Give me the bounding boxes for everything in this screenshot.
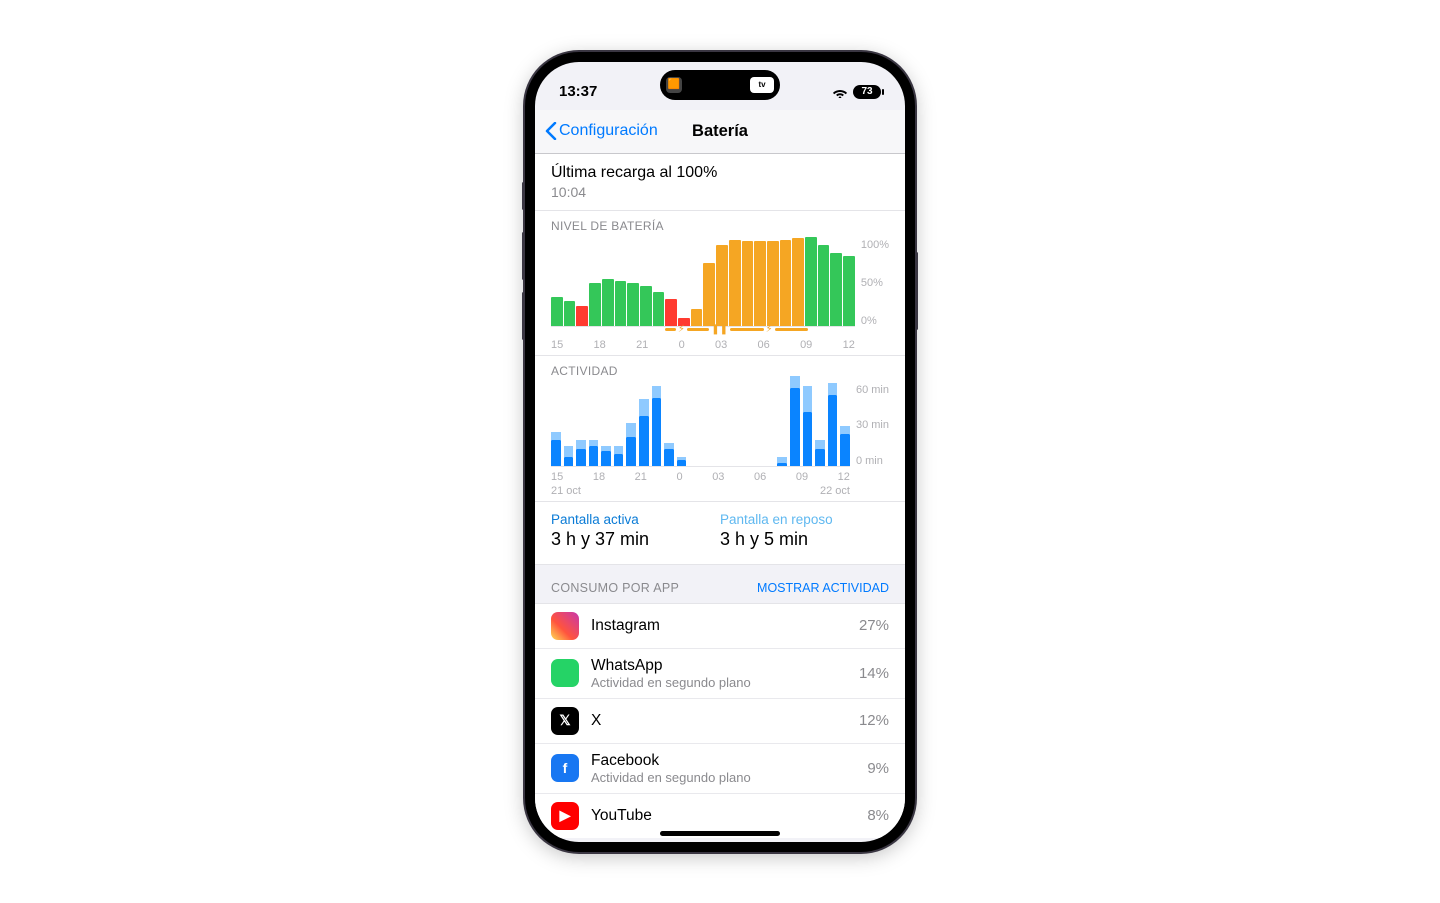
- app-percent: 27%: [859, 617, 889, 634]
- app-icon: 𝕏: [551, 707, 579, 735]
- app-percent: 8%: [867, 807, 889, 824]
- volume-down-button: [522, 292, 525, 340]
- mute-switch: [522, 182, 525, 210]
- app-row[interactable]: WhatsApp Actividad en segundo plano 14%: [535, 648, 905, 698]
- activity-y-axis: 60 min30 min0 min: [856, 382, 889, 467]
- consumption-title: CONSUMO POR APP: [551, 581, 679, 595]
- home-indicator[interactable]: [660, 831, 780, 836]
- app-list: Instagram 27% WhatsApp Actividad en segu…: [535, 603, 905, 838]
- screen-on-label: Pantalla activa: [551, 512, 720, 527]
- activity-chart[interactable]: ACTIVIDAD 151821003060912 21 oct 22 oct …: [535, 356, 905, 502]
- power-button: [915, 252, 918, 330]
- app-percent: 12%: [859, 712, 889, 729]
- back-label: Configuración: [559, 122, 658, 140]
- battery-pill-icon: 73: [853, 85, 881, 99]
- app-name: Instagram: [591, 617, 859, 635]
- app-subtitle: Actividad en segundo plano: [591, 770, 867, 785]
- battery-level-chart[interactable]: NIVEL DE BATERÍA ⚡︎ ❚❚ ⚡︎: [535, 211, 905, 356]
- app-name: YouTube: [591, 807, 867, 825]
- app-icon: [551, 659, 579, 687]
- consumption-header: CONSUMO POR APP MOSTRAR ACTIVIDAD: [535, 565, 905, 603]
- pause-icon: ❚❚: [711, 325, 728, 335]
- battery-level-bars: [551, 237, 855, 327]
- screen-off-value: 3 h y 5 min: [720, 529, 889, 550]
- battery-x-axis: 151821003060912: [551, 339, 855, 351]
- chevron-left-icon: [545, 122, 557, 140]
- volume-up-button: [522, 232, 525, 280]
- app-row[interactable]: 𝕏 X 12%: [535, 698, 905, 743]
- app-row[interactable]: f Facebook Actividad en segundo plano 9%: [535, 743, 905, 793]
- app-name: WhatsApp: [591, 657, 859, 675]
- scroll-content[interactable]: Última recarga al 100% 10:04 NIVEL DE BA…: [535, 154, 905, 842]
- last-charge-time: 10:04: [551, 184, 889, 200]
- battery-y-axis: 100%50%0%: [861, 237, 889, 327]
- app-subtitle: Actividad en segundo plano: [591, 675, 859, 690]
- app-icon: [551, 612, 579, 640]
- app-icon: ▶: [551, 802, 579, 830]
- screen-time-section: Pantalla activa 3 h y 37 min Pantalla en…: [535, 502, 905, 565]
- app-percent: 14%: [859, 665, 889, 682]
- activity-bars: [551, 382, 850, 467]
- app-row[interactable]: Instagram 27%: [535, 603, 905, 648]
- island-activity-icon: 🟧: [666, 77, 682, 93]
- battery-level-label: NIVEL DE BATERÍA: [551, 219, 889, 233]
- tv-badge-icon: tv: [750, 77, 774, 93]
- wifi-icon: [832, 86, 848, 98]
- nav-title: Batería: [692, 122, 748, 141]
- status-time: 13:37: [559, 83, 597, 100]
- activity-x-axis: 151821003060912: [551, 471, 850, 483]
- bolt-icon: ⚡︎: [766, 325, 773, 335]
- last-charge-title: Última recarga al 100%: [551, 164, 889, 182]
- dynamic-island: 🟧 tv: [660, 70, 780, 100]
- show-activity-button[interactable]: MOSTRAR ACTIVIDAD: [757, 581, 889, 595]
- activity-label: ACTIVIDAD: [551, 364, 889, 378]
- screen-on-value: 3 h y 37 min: [551, 529, 720, 550]
- app-percent: 9%: [867, 760, 889, 777]
- iphone-frame: 🟧 tv 13:37 73 Configuración Batería Últi…: [525, 52, 915, 852]
- app-name: Facebook: [591, 752, 867, 770]
- bolt-icon: ⚡︎: [678, 325, 685, 335]
- app-name: X: [591, 712, 859, 730]
- charging-indicator-strip: ⚡︎ ❚❚ ⚡︎: [551, 325, 855, 335]
- nav-bar: Configuración Batería: [535, 110, 905, 154]
- screen: 🟧 tv 13:37 73 Configuración Batería Últi…: [535, 62, 905, 842]
- activity-x-dates: 21 oct 22 oct: [551, 485, 850, 497]
- last-charge-section: Última recarga al 100% 10:04: [535, 154, 905, 211]
- screen-off-label: Pantalla en reposo: [720, 512, 889, 527]
- app-icon: f: [551, 754, 579, 782]
- back-button[interactable]: Configuración: [545, 122, 658, 140]
